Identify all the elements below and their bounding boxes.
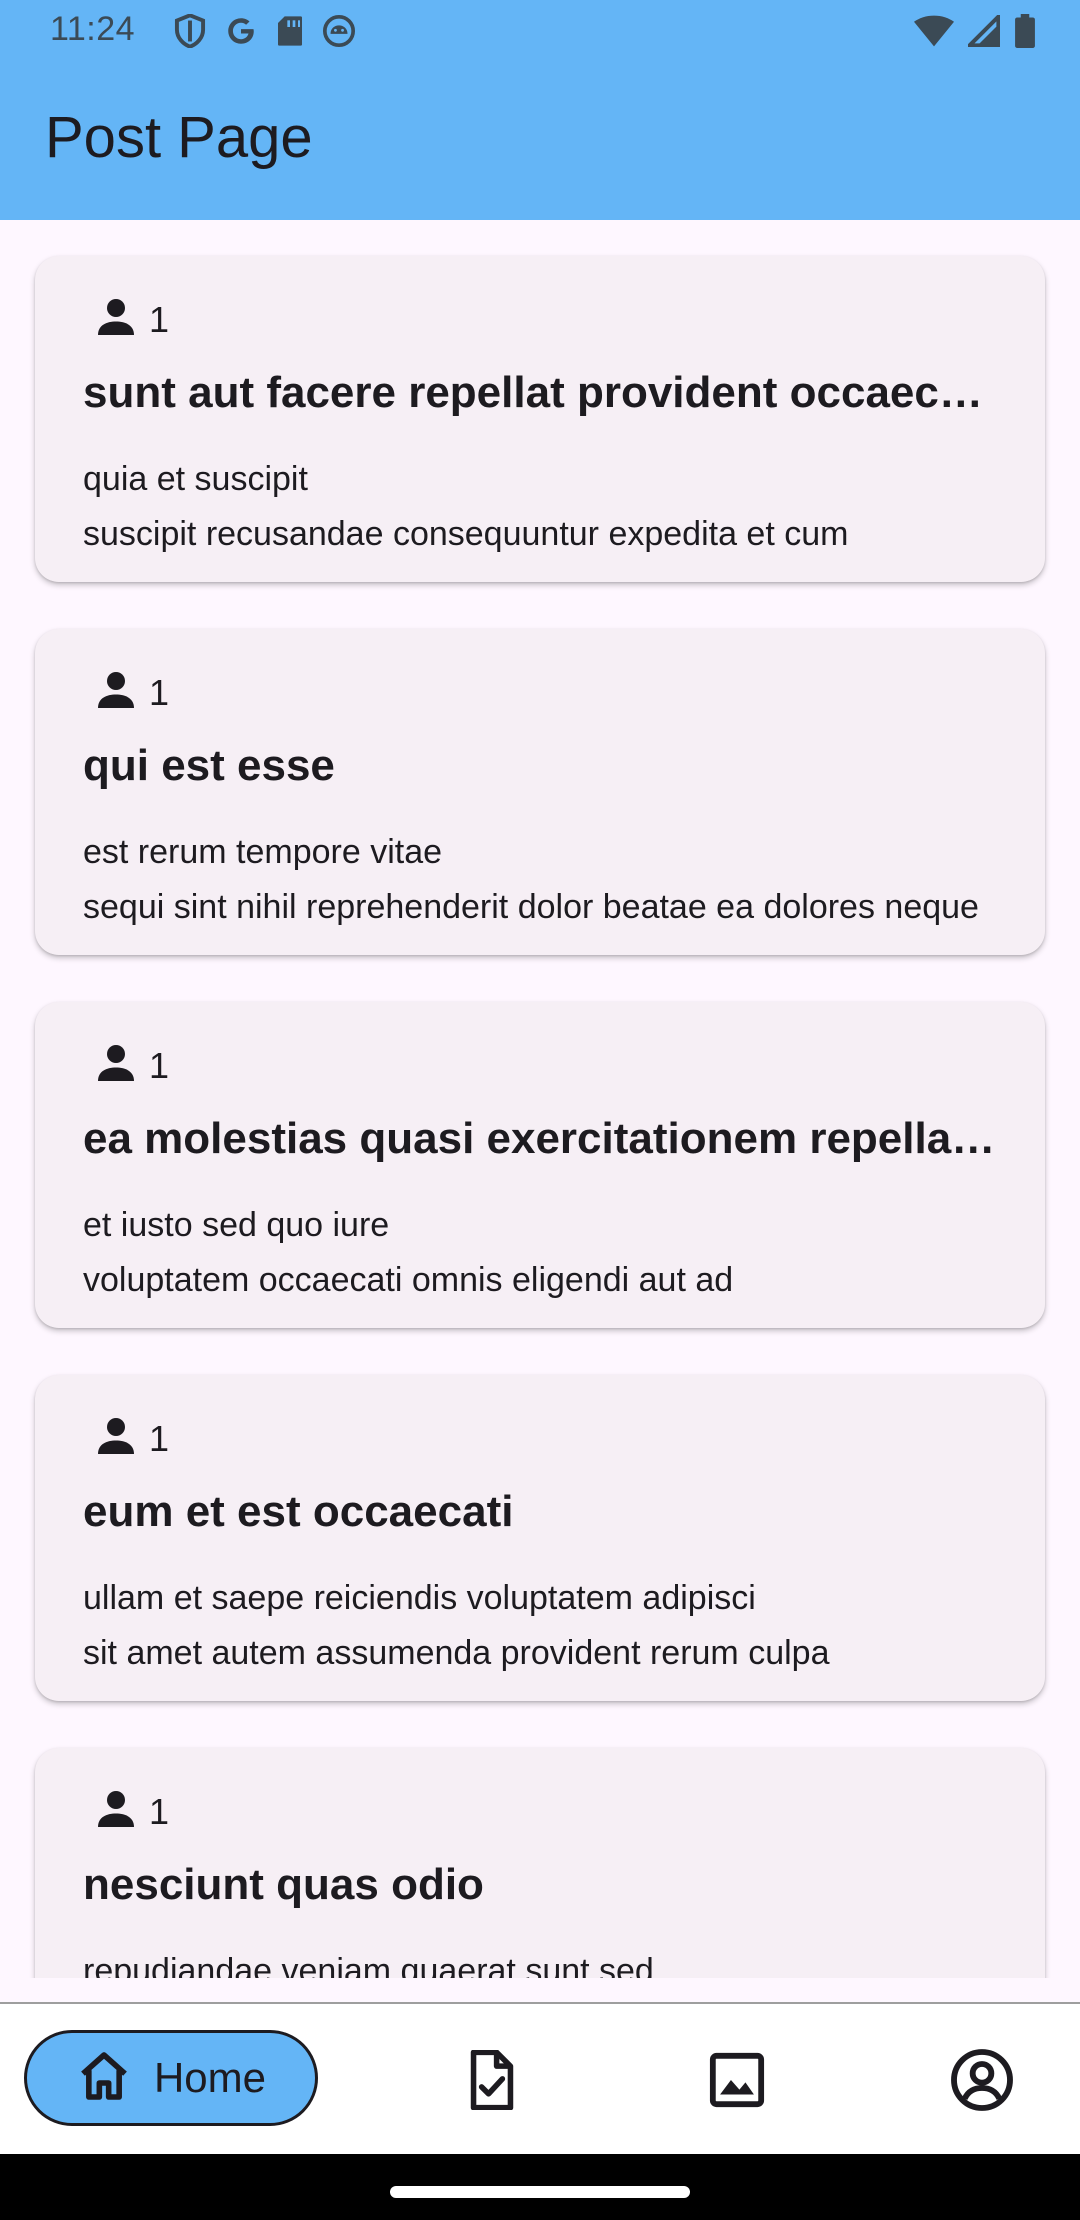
post-body: et iusto sed quo iure voluptatem occaeca…	[83, 1198, 1023, 1308]
person-icon	[89, 1409, 143, 1468]
task-icon	[464, 2049, 520, 2115]
post-body-line: repudiandae veniam quaerat sunt sed	[83, 1952, 654, 1978]
google-icon	[224, 14, 258, 48]
post-body: quia et suscipit suscipit recusandae con…	[83, 452, 1023, 562]
post-author: 1	[89, 290, 169, 349]
post-author: 1	[89, 1409, 169, 1468]
post-card[interactable]: 1 eum et est occaecati ullam et saepe re…	[35, 1375, 1045, 1701]
wifi-icon	[914, 15, 954, 47]
post-body-line: et iusto sed quo iure	[83, 1206, 390, 1244]
post-body-line: sit amet autem assumenda provident rerum…	[83, 1634, 830, 1672]
person-icon	[89, 1782, 143, 1841]
post-card[interactable]: 1 nesciunt quas odio repudiandae veniam …	[35, 1748, 1045, 1978]
post-author: 1	[89, 1782, 169, 1841]
nav-tasks-button[interactable]	[460, 2049, 524, 2115]
nav-photos-button[interactable]	[705, 2050, 769, 2114]
status-bar: 11:24	[0, 0, 1080, 64]
post-body-line: quia et suscipit	[83, 460, 308, 498]
image-icon	[708, 2051, 766, 2114]
post-body: est rerum tempore vitae sequi sint nihil…	[83, 825, 1023, 935]
post-user-id: 1	[149, 298, 170, 340]
nav-profile-button[interactable]	[950, 2048, 1014, 2117]
post-user-id: 1	[149, 1044, 170, 1086]
page-title: Post Page	[45, 105, 313, 170]
post-body-line: ullam et saepe reiciendis voluptatem adi…	[83, 1579, 756, 1617]
status-right-icons	[914, 14, 1036, 48]
nav-home-label: Home	[153, 2054, 267, 2101]
post-author: 1	[89, 663, 169, 722]
post-title: sunt aut facere repellat provident occae…	[83, 368, 1003, 417]
post-user-id: 1	[149, 1790, 170, 1832]
nav-home-button[interactable]: Home	[24, 2030, 318, 2126]
post-body-line: suscipit recusandae consequuntur expedit…	[83, 515, 849, 553]
post-author: 1	[89, 1036, 169, 1095]
person-icon	[89, 1036, 143, 1095]
account-icon	[950, 2048, 1014, 2117]
android-icon	[322, 14, 356, 48]
post-title: nesciunt quas odio	[83, 1860, 484, 1909]
home-icon	[76, 2048, 132, 2109]
sd-card-icon	[276, 15, 304, 47]
post-body-line: sequi sint nihil reprehenderit dolor bea…	[83, 888, 979, 926]
shield-icon	[174, 14, 206, 48]
post-body: repudiandae veniam quaerat sunt sed	[83, 1944, 1023, 1978]
post-card[interactable]: 1 ea molestias quasi exercitationem repe…	[35, 1002, 1045, 1328]
battery-icon	[1014, 14, 1036, 48]
post-body-line: est rerum tempore vitae	[83, 833, 443, 871]
status-left-icons	[174, 14, 356, 48]
system-navigation-bar	[0, 2154, 1080, 2220]
post-title: ea molestias quasi exercitationem repell…	[83, 1114, 1003, 1163]
home-gesture-handle[interactable]	[390, 2186, 690, 2198]
post-list[interactable]: 1 sunt aut facere repellat provident occ…	[0, 220, 1080, 1978]
post-title: eum et est occaecati	[83, 1487, 514, 1536]
person-icon	[89, 290, 143, 349]
post-card[interactable]: 1 sunt aut facere repellat provident occ…	[35, 256, 1045, 582]
post-title: qui est esse	[83, 741, 335, 790]
post-body: ullam et saepe reiciendis voluptatem adi…	[83, 1571, 1023, 1681]
post-user-id: 1	[149, 671, 170, 713]
post-user-id: 1	[149, 1417, 170, 1459]
bottom-navigation: Home	[0, 2002, 1080, 2156]
signal-icon	[968, 15, 1000, 47]
post-body-line: voluptatem occaecati omnis eligendi aut …	[83, 1261, 734, 1299]
status-time: 11:24	[50, 10, 136, 48]
app-header: 11:24 Post Page	[0, 0, 1080, 220]
person-icon	[89, 663, 143, 722]
post-card[interactable]: 1 qui est esse est rerum tempore vitae s…	[35, 629, 1045, 955]
